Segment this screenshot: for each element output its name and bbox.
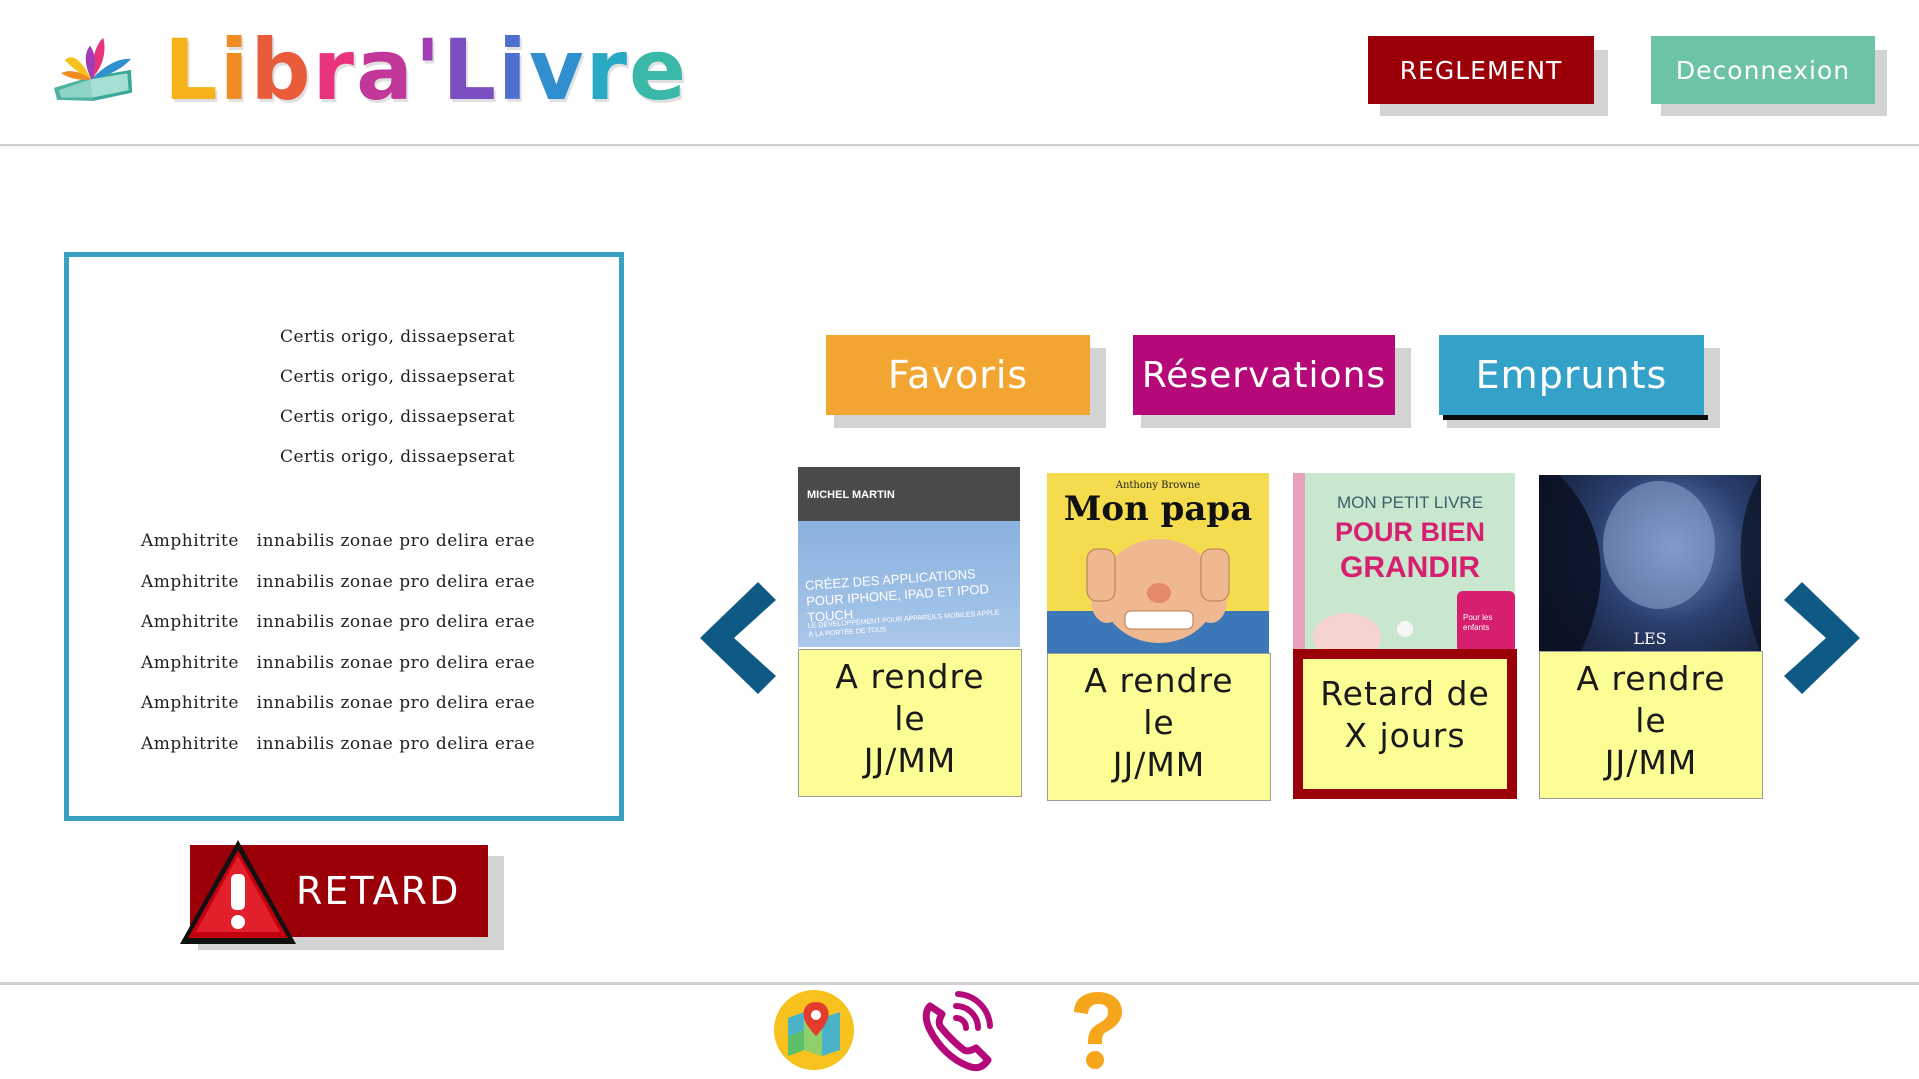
cover-title: LES	[1633, 629, 1667, 648]
header: Libra'Livre REGLEMENT Deconnexion	[0, 0, 1919, 146]
warning-icon	[180, 840, 296, 944]
previous-arrow-icon[interactable]	[692, 578, 782, 698]
deconnexion-button[interactable]: Deconnexion	[1651, 36, 1875, 104]
hours-line: Amphitrite innabilis zonae pro delira er…	[141, 571, 536, 592]
note-line: le	[1635, 701, 1667, 740]
cover-title-line: GRANDIR	[1340, 551, 1480, 584]
due-date-note: A rendre le JJ/MM	[798, 649, 1022, 797]
note-line: le	[894, 699, 926, 738]
cover-title-line: MON PETIT LIVRE	[1336, 493, 1484, 512]
phone-icon[interactable]	[912, 986, 998, 1072]
hours-line: Amphitrite innabilis zonae pro delira er…	[141, 612, 536, 632]
cover-title-line: POUR BIEN	[1334, 517, 1486, 547]
hours-line: Amphitrite innabilis zonae pro delira er…	[141, 693, 536, 713]
note-line: JJ/MM	[1112, 745, 1206, 784]
cover-illustration	[1539, 475, 1761, 655]
cover-badge: Pour les enfants	[1463, 613, 1493, 632]
retard-button-label: RETARD	[296, 869, 461, 913]
tab-emprunts-active-indicator	[1443, 415, 1708, 420]
book-cover[interactable]: MON PETIT LIVRE POUR BIEN GRANDIR Pour l…	[1293, 473, 1515, 653]
map-icon[interactable]	[772, 988, 856, 1072]
logo-text: Libra'Livre	[164, 20, 688, 119]
book-cover[interactable]: LES	[1539, 475, 1761, 655]
address-line: Certis origo, dissaepserat	[279, 407, 515, 427]
hours-line: Amphitrite innabilis zonae pro delira er…	[141, 733, 536, 754]
book-cover[interactable]: MICHEL MARTIN CRÉEZ DES APPLICATIONS POU…	[798, 467, 1020, 647]
address-line: Certis origo, dissaepserat	[279, 447, 515, 467]
footer-divider	[0, 982, 1919, 985]
due-date-note: A rendre le JJ/MM	[1047, 653, 1271, 801]
hours-block: Amphitrite innabilis zonae pro delira er…	[141, 521, 535, 764]
note-line: JJ/MM	[1604, 743, 1698, 782]
hours-line: Amphitrite innabilis zonae pro delira er…	[141, 531, 536, 551]
tab-reservations[interactable]: Réservations	[1133, 335, 1395, 415]
next-arrow-icon[interactable]	[1778, 578, 1868, 698]
note-line: A rendre	[1576, 659, 1726, 698]
cover-author: MICHEL MARTIN	[807, 489, 895, 501]
book-logo-icon	[54, 37, 133, 102]
note-line: X jours	[1344, 716, 1466, 755]
help-icon[interactable]	[1062, 988, 1132, 1072]
logo[interactable]: Libra'Livre	[48, 10, 688, 135]
cover-illustration	[1047, 539, 1269, 653]
note-line: Retard de	[1320, 674, 1490, 713]
note-line: A rendre	[835, 657, 985, 696]
cover-spine	[1293, 473, 1305, 653]
note-line: le	[1143, 703, 1175, 742]
address-line: Certis origo, dissaepserat	[279, 367, 515, 387]
address-line: Certis origo, dissaepserat	[279, 327, 515, 347]
due-date-note: A rendre le JJ/MM	[1539, 651, 1763, 799]
address-block: Certis origo, dissaepserat Certis origo,…	[280, 317, 515, 477]
note-line: A rendre	[1084, 661, 1234, 700]
note-line: JJ/MM	[863, 741, 957, 780]
tab-favoris[interactable]: Favoris	[826, 335, 1090, 415]
tab-emprunts[interactable]: Emprunts	[1439, 335, 1704, 415]
hours-line: Amphitrite innabilis zonae pro delira er…	[141, 652, 536, 673]
late-warning-note: Retard de X jours	[1293, 649, 1517, 799]
book-cover[interactable]: Anthony Browne Mon papa	[1047, 473, 1269, 653]
cover-title: Mon papa	[1063, 489, 1253, 529]
reglement-button[interactable]: REGLEMENT	[1368, 36, 1594, 104]
library-info-panel: Certis origo, dissaepserat Certis origo,…	[64, 252, 624, 821]
